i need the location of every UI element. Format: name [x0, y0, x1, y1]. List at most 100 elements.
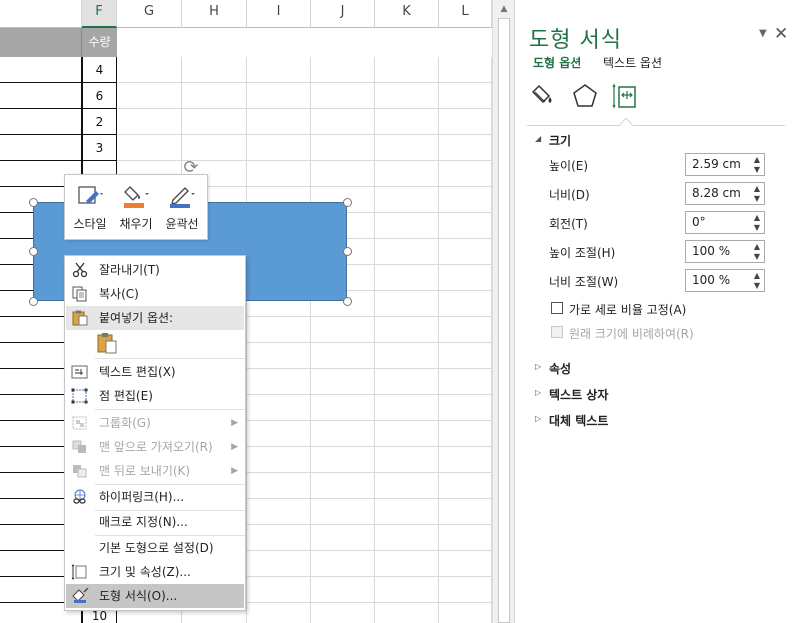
grid-cell[interactable] — [375, 291, 439, 317]
column-header-l[interactable]: L — [439, 0, 492, 28]
scale-width-input[interactable]: 100 % ▲ ▼ — [685, 269, 765, 292]
grid-cell[interactable] — [375, 265, 439, 291]
width-input[interactable]: 8.28 cm ▲ ▼ — [685, 182, 765, 205]
table-row[interactable]: 6 — [0, 83, 492, 109]
column-header-h[interactable]: H — [182, 0, 247, 28]
grid-cell[interactable] — [439, 213, 492, 239]
grid-cell[interactable] — [439, 83, 492, 109]
grid-cell[interactable] — [375, 577, 439, 603]
menu-item-format-shape[interactable]: 도형 서식(O)... — [66, 584, 244, 608]
grid-cell[interactable] — [439, 421, 492, 447]
fill-line-icon[interactable] — [531, 82, 559, 110]
scroll-thumb[interactable] — [498, 18, 510, 623]
grid-cell[interactable] — [247, 343, 311, 369]
menu-item-size-properties[interactable]: 크기 및 속성(Z)... — [66, 560, 244, 584]
size-properties-tab-icon[interactable] — [611, 82, 639, 110]
section-properties-header[interactable]: ▷ 속성 — [535, 360, 571, 377]
spinner-icon[interactable]: ▲ ▼ — [752, 242, 762, 262]
effects-pentagon-icon[interactable] — [571, 82, 599, 110]
grid-cell[interactable] — [439, 239, 492, 265]
rotation-input[interactable]: 0° ▲ ▼ — [685, 211, 765, 234]
grid-cell[interactable] — [247, 135, 311, 161]
grid-cell[interactable] — [439, 317, 492, 343]
grid-cell[interactable] — [375, 83, 439, 109]
menu-item-hyperlink[interactable]: 하이퍼링크(H)... — [66, 485, 244, 509]
grid-cell[interactable] — [247, 473, 311, 499]
section-alt-text-header[interactable]: ▷ 대체 텍스트 — [535, 412, 608, 429]
table-header-row[interactable]: 수량 — [0, 28, 117, 57]
grid-cell[interactable] — [247, 421, 311, 447]
grid-cell[interactable] — [247, 317, 311, 343]
grid-cell[interactable] — [375, 213, 439, 239]
grid-cell[interactable] — [439, 57, 492, 83]
menu-item-set-default-shape[interactable]: 기본 도형으로 설정(D) — [66, 536, 244, 560]
grid-cell[interactable] — [375, 551, 439, 577]
grid-cell[interactable] — [375, 57, 439, 83]
fill-button[interactable]: 채우기 — [113, 179, 159, 237]
grid-cell[interactable] — [439, 369, 492, 395]
pane-options-dropdown-icon[interactable]: ▼ — [759, 28, 767, 39]
grid-cell[interactable] — [311, 161, 375, 187]
grid-cell[interactable] — [311, 135, 375, 161]
grid-cell[interactable] — [117, 57, 182, 83]
relative-original-checkbox[interactable]: 원래 크기에 비례하여(R) — [551, 324, 771, 342]
grid-cell[interactable] — [311, 343, 375, 369]
grid-cell[interactable] — [439, 265, 492, 291]
grid-cell[interactable] — [375, 343, 439, 369]
grid-cell[interactable] — [311, 499, 375, 525]
grid-cell[interactable] — [247, 447, 311, 473]
menu-item-assign-macro[interactable]: 매크로 지정(N)... — [66, 510, 244, 534]
resize-handle-tr[interactable] — [343, 198, 352, 207]
resize-handle-bl[interactable] — [29, 297, 38, 306]
grid-cell[interactable] — [375, 603, 439, 623]
grid-cell[interactable] — [375, 187, 439, 213]
grid-cell[interactable] — [439, 187, 492, 213]
grid-cell[interactable] — [375, 109, 439, 135]
grid-cell[interactable] — [311, 83, 375, 109]
resize-handle-mr[interactable] — [343, 247, 352, 256]
scale-height-input[interactable]: 100 % ▲ ▼ — [685, 240, 765, 263]
grid-cell[interactable] — [375, 447, 439, 473]
grid-cell[interactable] — [117, 135, 182, 161]
grid-cell[interactable] — [311, 447, 375, 473]
grid-cell[interactable] — [439, 499, 492, 525]
grid-cell[interactable] — [311, 603, 375, 623]
column-header-f[interactable]: F — [82, 0, 117, 28]
menu-item-group[interactable]: 그룹화(G) ▶ — [66, 411, 244, 435]
menu-item-bring-to-front[interactable]: 맨 앞으로 가져오기(R) ▶ — [66, 435, 244, 459]
grid-cell[interactable] — [0, 135, 82, 161]
quantity-cell[interactable]: 6 — [82, 83, 117, 109]
tab-shape-options[interactable]: 도형 옵션 — [533, 54, 581, 71]
table-row[interactable]: 2 — [0, 109, 492, 135]
grid-cell[interactable] — [311, 369, 375, 395]
spinner-icon[interactable]: ▲ ▼ — [752, 184, 762, 204]
outline-button[interactable]: 윤곽선 — [159, 179, 205, 237]
menu-item-copy[interactable]: 복사(C) — [66, 282, 244, 306]
tab-text-options[interactable]: 텍스트 옵션 — [603, 54, 662, 71]
quantity-cell[interactable]: 2 — [82, 109, 117, 135]
menu-item-edit-text[interactable]: 텍스트 편집(X) — [66, 360, 244, 384]
grid-cell[interactable] — [439, 447, 492, 473]
quantity-cell[interactable]: 4 — [82, 57, 117, 83]
grid-cell[interactable] — [247, 395, 311, 421]
grid-cell[interactable] — [117, 109, 182, 135]
sheet-vertical-scrollbar[interactable]: ▲ — [492, 0, 514, 623]
grid-cell[interactable] — [439, 603, 492, 623]
lock-aspect-checkbox[interactable]: 가로 세로 비율 고정(A) — [551, 300, 771, 318]
grid-cell[interactable] — [311, 577, 375, 603]
column-header-i[interactable]: I — [247, 0, 311, 28]
grid-cell[interactable] — [375, 395, 439, 421]
quantity-cell[interactable]: 3 — [82, 135, 117, 161]
grid-cell[interactable] — [375, 525, 439, 551]
grid-cell[interactable] — [439, 135, 492, 161]
grid-cell[interactable] — [247, 161, 311, 187]
grid-cell[interactable] — [182, 109, 247, 135]
paste-option-button[interactable] — [95, 332, 121, 356]
grid-cell[interactable] — [439, 161, 492, 187]
grid-cell[interactable] — [247, 577, 311, 603]
grid-cell[interactable] — [439, 291, 492, 317]
grid-cell[interactable] — [182, 57, 247, 83]
grid-cell[interactable] — [375, 161, 439, 187]
grid-cell[interactable] — [311, 525, 375, 551]
grid-cell[interactable] — [375, 369, 439, 395]
